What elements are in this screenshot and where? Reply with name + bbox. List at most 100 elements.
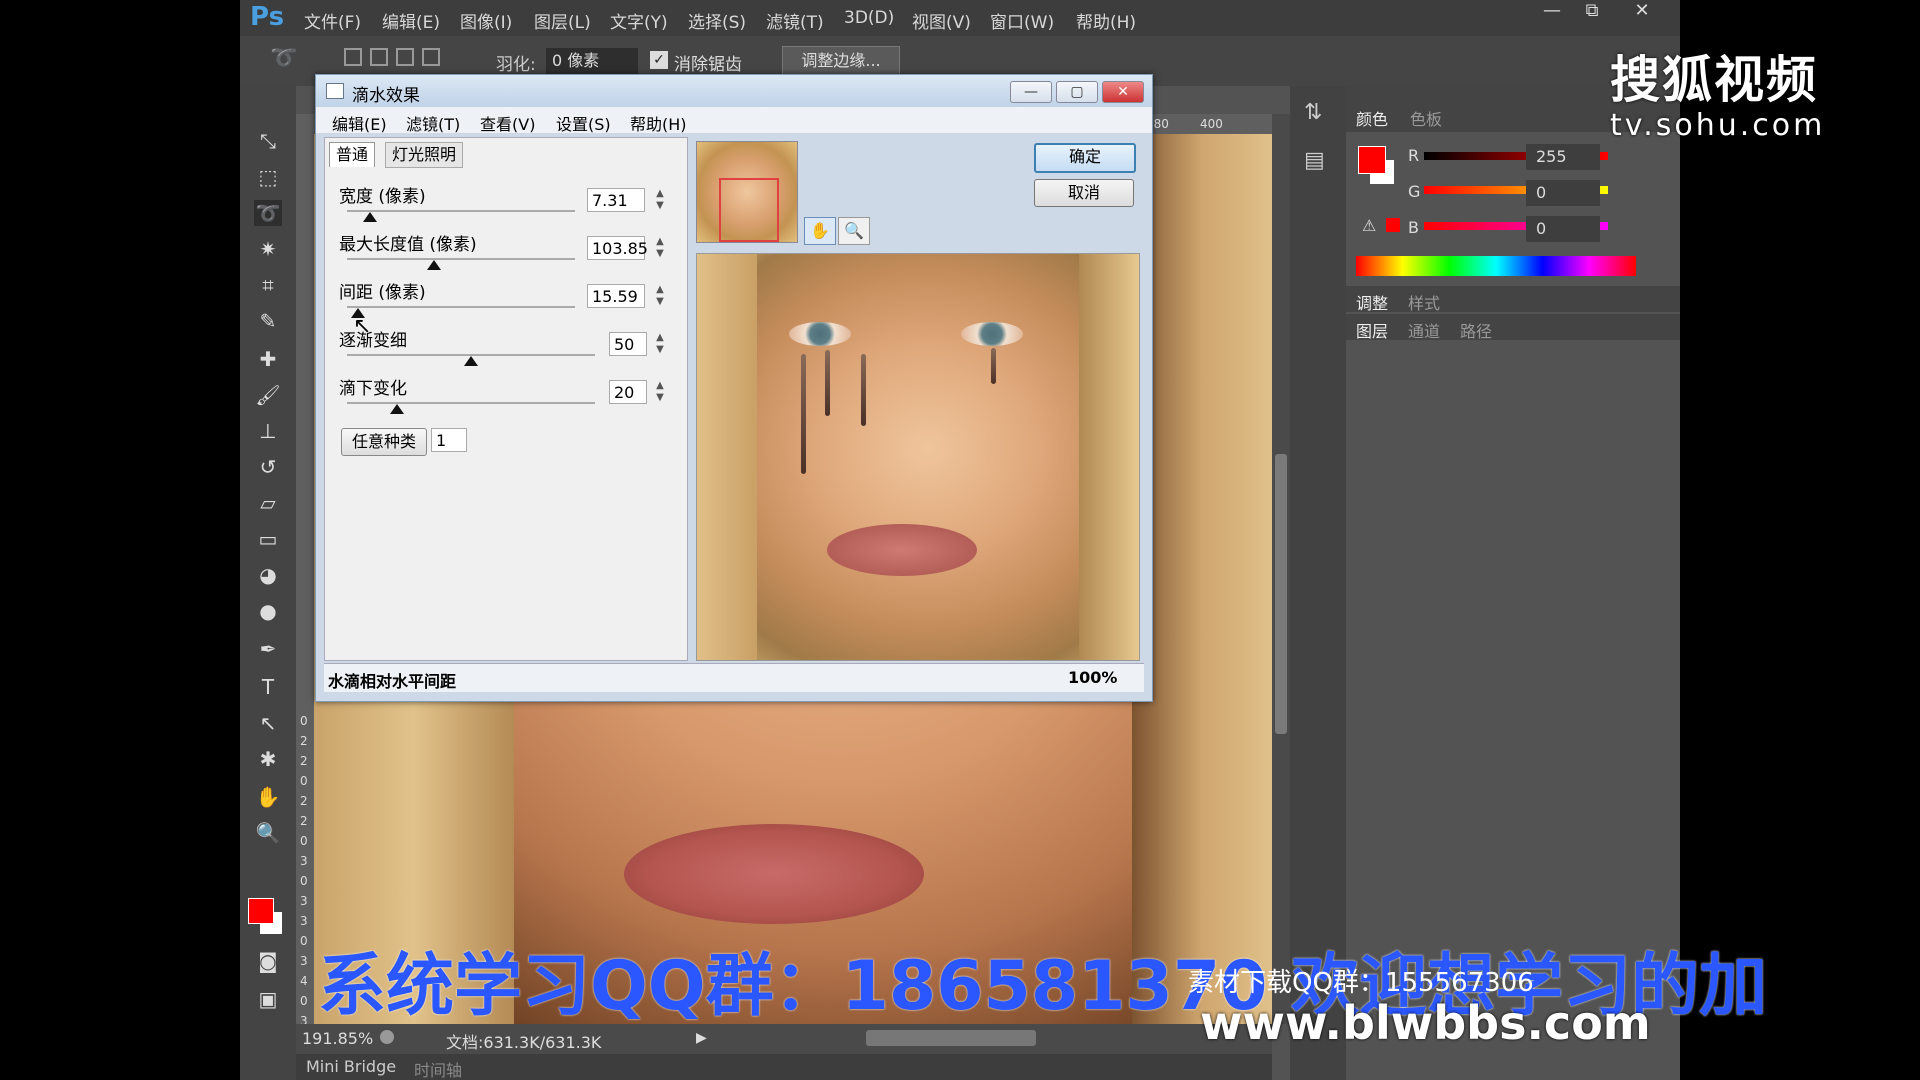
antialias-checkbox[interactable]: ✓ (650, 51, 668, 69)
spacing-slider-track[interactable] (347, 306, 575, 308)
width-slider-thumb[interactable] (362, 212, 377, 222)
marquee-tool-icon[interactable]: ⬚ (254, 164, 282, 190)
feather-input[interactable]: 0 像素 (546, 48, 638, 74)
effect-preview[interactable] (696, 253, 1140, 661)
menu-window[interactable]: 窗口(W) (990, 8, 1054, 33)
eraser-icon[interactable]: ▱ (254, 490, 282, 516)
menu-layer[interactable]: 图层(L) (534, 8, 591, 33)
g-value[interactable]: 0 (1526, 180, 1600, 206)
tab-styles[interactable]: 样式 (1408, 290, 1440, 314)
b-value[interactable]: 0 (1526, 216, 1600, 242)
width-slider-track[interactable] (347, 210, 575, 212)
vertical-scroll-thumb[interactable] (1275, 454, 1287, 734)
taper-slider-thumb[interactable] (464, 356, 478, 366)
lasso-tool-icon[interactable]: ➰ (254, 200, 282, 226)
dialog-menu-help[interactable]: 帮助(H) (630, 111, 687, 135)
drip-variation-input[interactable]: 20 (609, 380, 647, 404)
tab-mini-bridge[interactable]: Mini Bridge (306, 1057, 396, 1076)
cancel-button[interactable]: 取消 (1034, 179, 1134, 207)
screen-mode-icon[interactable]: ▣ (254, 986, 282, 1012)
blur-tool-icon[interactable]: ◕ (254, 562, 282, 588)
max-length-slider-thumb[interactable] (426, 260, 441, 270)
new-selection-icon[interactable] (344, 48, 362, 66)
gradient-tool-icon[interactable]: ▭ (254, 526, 282, 552)
menu-3d[interactable]: 3D(D) (844, 8, 894, 28)
max-length-input[interactable]: 103.85 (587, 236, 648, 260)
minimize-button[interactable]: — (1530, 0, 1574, 24)
zoom-tool-icon[interactable]: 🔍 (254, 820, 282, 846)
add-selection-icon[interactable] (370, 48, 388, 66)
random-seed-input[interactable]: 1 (431, 428, 467, 452)
restore-button[interactable]: ⧉ (1570, 0, 1614, 24)
drip-variation-slider-thumb[interactable] (389, 404, 404, 414)
tab-adjustments[interactable]: 调整 (1356, 290, 1388, 314)
vertical-scrollbar[interactable] (1272, 114, 1290, 1024)
dodge-tool-icon[interactable]: ● (254, 598, 282, 624)
menu-edit[interactable]: 编辑(E) (382, 8, 440, 33)
max-length-slider-track[interactable] (347, 258, 575, 260)
menu-select[interactable]: 选择(S) (688, 8, 746, 33)
dialog-menu-edit[interactable]: 编辑(E) (332, 111, 387, 135)
width-spinner-icon[interactable]: ▲ ▼ (653, 188, 667, 212)
move-tool-icon[interactable]: ⤡ (254, 128, 282, 154)
stamp-tool-icon[interactable]: ⊥ (254, 418, 282, 444)
navigator-view-rect[interactable] (719, 178, 779, 242)
dialog-close-button[interactable]: ✕ (1102, 81, 1144, 103)
spacing-spinner-icon[interactable]: ▲ ▼ (653, 284, 667, 308)
magic-wand-icon[interactable]: ✷ (254, 236, 282, 262)
menu-type[interactable]: 文字(Y) (610, 8, 668, 33)
taper-input[interactable]: 50 (609, 332, 647, 356)
color-spectrum-bar[interactable] (1356, 256, 1636, 276)
horizontal-scroll-thumb[interactable] (866, 1030, 1036, 1046)
menu-help[interactable]: 帮助(H) (1076, 8, 1136, 33)
dialog-menu-filter[interactable]: 滤镜(T) (406, 111, 460, 135)
foreground-color-swatch[interactable] (248, 898, 274, 924)
hand-tool-icon[interactable]: ✋ (254, 784, 282, 810)
spacing-input[interactable]: 15.59 (587, 284, 645, 308)
healing-brush-icon[interactable]: ✚ (254, 346, 282, 372)
pen-tool-icon[interactable]: ✒ (254, 636, 282, 662)
tab-lighting[interactable]: 灯光照明 (385, 142, 464, 168)
hand-tool-icon[interactable]: ✋ (804, 217, 836, 245)
width-input[interactable]: 7.31 (587, 188, 645, 212)
quick-mask-icon[interactable]: ◙ (254, 948, 282, 974)
history-brush-icon[interactable]: ↺ (254, 454, 282, 480)
tab-timeline[interactable]: 时间轴 (414, 1057, 462, 1080)
tab-paths[interactable]: 路径 (1460, 318, 1492, 342)
tab-layers[interactable]: 图层 (1356, 318, 1388, 342)
close-button[interactable]: ✕ (1620, 0, 1664, 24)
dialog-menu-settings[interactable]: 设置(S) (556, 111, 611, 135)
dialog-minimize-button[interactable]: — (1010, 81, 1052, 103)
zoom-level[interactable]: 191.85% (302, 1029, 373, 1048)
dialog-menu-view[interactable]: 查看(V) (480, 111, 535, 135)
crop-tool-icon[interactable]: ⌗ (254, 272, 282, 298)
drip-variation-spinner-icon[interactable]: ▲ ▼ (653, 380, 667, 404)
max-length-spinner-icon[interactable]: ▲ ▼ (653, 236, 667, 260)
panel-foreground-swatch[interactable] (1358, 146, 1386, 174)
menu-image[interactable]: 图像(I) (460, 8, 512, 33)
properties-panel-icon[interactable]: ▤ (1304, 148, 1325, 173)
gamut-color-swatch[interactable] (1386, 218, 1400, 232)
dialog-maximize-button[interactable]: ▢ (1056, 81, 1098, 103)
random-seed-button[interactable]: 任意种类 (341, 428, 427, 456)
navigator-thumbnail[interactable] (696, 141, 798, 243)
menu-filter[interactable]: 滤镜(T) (766, 8, 824, 33)
subtract-selection-icon[interactable] (396, 48, 414, 66)
history-panel-icon[interactable]: ⇅ (1304, 100, 1322, 125)
ok-button[interactable]: 确定 (1034, 143, 1136, 173)
tab-color[interactable]: 颜色 (1356, 106, 1388, 130)
drip-variation-slider-track[interactable] (347, 402, 595, 404)
tab-swatches[interactable]: 色板 (1410, 106, 1442, 130)
brush-tool-icon[interactable]: 🖌 (254, 382, 282, 408)
zoom-tool-icon[interactable]: 🔍 (838, 217, 870, 245)
shape-tool-icon[interactable]: ✱ (254, 746, 282, 772)
path-selection-icon[interactable]: ↖ (254, 710, 282, 736)
menu-view[interactable]: 视图(V) (912, 8, 971, 33)
menu-file[interactable]: 文件(F) (304, 8, 361, 33)
refine-edge-button[interactable]: 调整边缘... (782, 46, 900, 76)
dialog-title-bar[interactable]: 滴水效果 — ▢ ✕ (316, 75, 1152, 107)
taper-spinner-icon[interactable]: ▲ ▼ (653, 332, 667, 356)
eyedropper-icon[interactable]: ✎ (254, 308, 282, 334)
intersect-selection-icon[interactable] (422, 48, 440, 66)
tab-channels[interactable]: 通道 (1408, 318, 1440, 342)
